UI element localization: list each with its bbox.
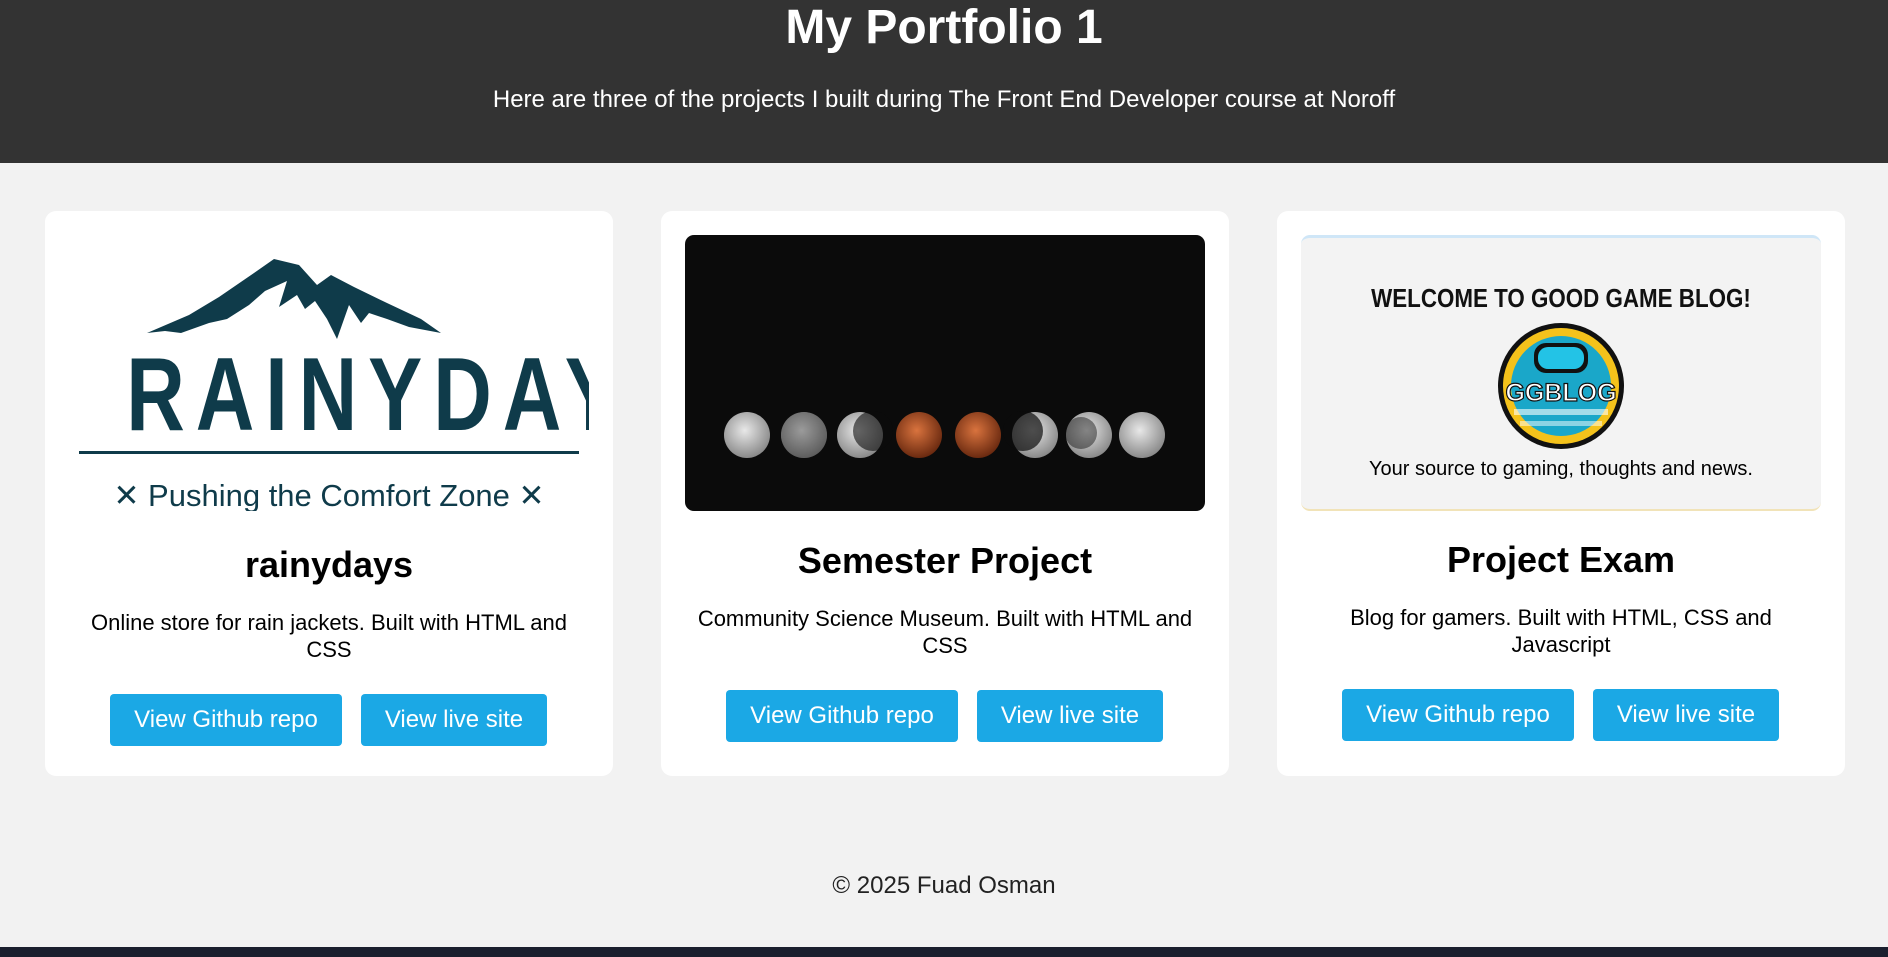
project-description: Community Science Museum. Built with HTM… <box>697 606 1193 658</box>
view-github-repo-button[interactable]: View Github repo <box>110 694 342 746</box>
blog-welcome-heading: WELCOME TO GOOD GAME BLOG! <box>1371 283 1751 313</box>
moon-phases-graphic <box>724 411 1165 458</box>
copyright-text: © 2025 Fuad Osman <box>832 872 1056 899</box>
blog-caption: Your source to gaming, thoughts and news… <box>1369 458 1753 480</box>
project-description: Online store for rain jackets. Built wit… <box>90 610 568 662</box>
portfolio-page: My Portfolio 1 Here are three of the pro… <box>0 0 1888 957</box>
rainydays-logo-tagline: ✕ Pushing the Comfort Zone ✕ <box>113 478 545 511</box>
project-card-rainydays: RAINYDAYS ✕ Pushing the Comfort Zone ✕ r… <box>45 211 613 776</box>
gg-blog-image: WELCOME TO GOOD GAME BLOG! GGBLOG Your s… <box>1301 235 1821 511</box>
site-header: My Portfolio 1 Here are three of the pro… <box>0 0 1888 163</box>
project-title: rainydays <box>244 544 414 585</box>
project-card-exam: WELCOME TO GOOD GAME BLOG! GGBLOG Your s… <box>1277 211 1845 776</box>
site-footer: © 2025 Fuad Osman <box>0 872 1888 900</box>
view-github-repo-button[interactable]: View Github repo <box>726 690 958 742</box>
page-title: My Portfolio 1 <box>785 1 1103 54</box>
view-live-site-button[interactable]: View live site <box>1593 689 1779 741</box>
ggblog-logo-text: GGBLOG <box>1505 379 1616 407</box>
rainydays-logo-text: RAINYDAYS <box>126 337 589 453</box>
ggblog-logo-icon: GGBLOG <box>1498 323 1624 449</box>
project-title: Project Exam <box>1446 539 1676 580</box>
project-title: Semester Project <box>797 540 1093 581</box>
page-subtitle: Here are three of the projects I built d… <box>492 86 1396 113</box>
view-live-site-button[interactable]: View live site <box>977 690 1163 742</box>
project-description: Blog for gamers. Built with HTML, CSS an… <box>1350 605 1772 657</box>
view-github-repo-button[interactable]: View Github repo <box>1342 689 1574 741</box>
project-card-semester: Semester Project Community Science Museu… <box>661 211 1229 776</box>
moon-phases-image <box>685 235 1205 511</box>
taskbar-strip <box>0 947 1888 957</box>
rainydays-logo-image: RAINYDAYS ✕ Pushing the Comfort Zone ✕ <box>69 235 589 511</box>
view-live-site-button[interactable]: View live site <box>361 694 547 746</box>
